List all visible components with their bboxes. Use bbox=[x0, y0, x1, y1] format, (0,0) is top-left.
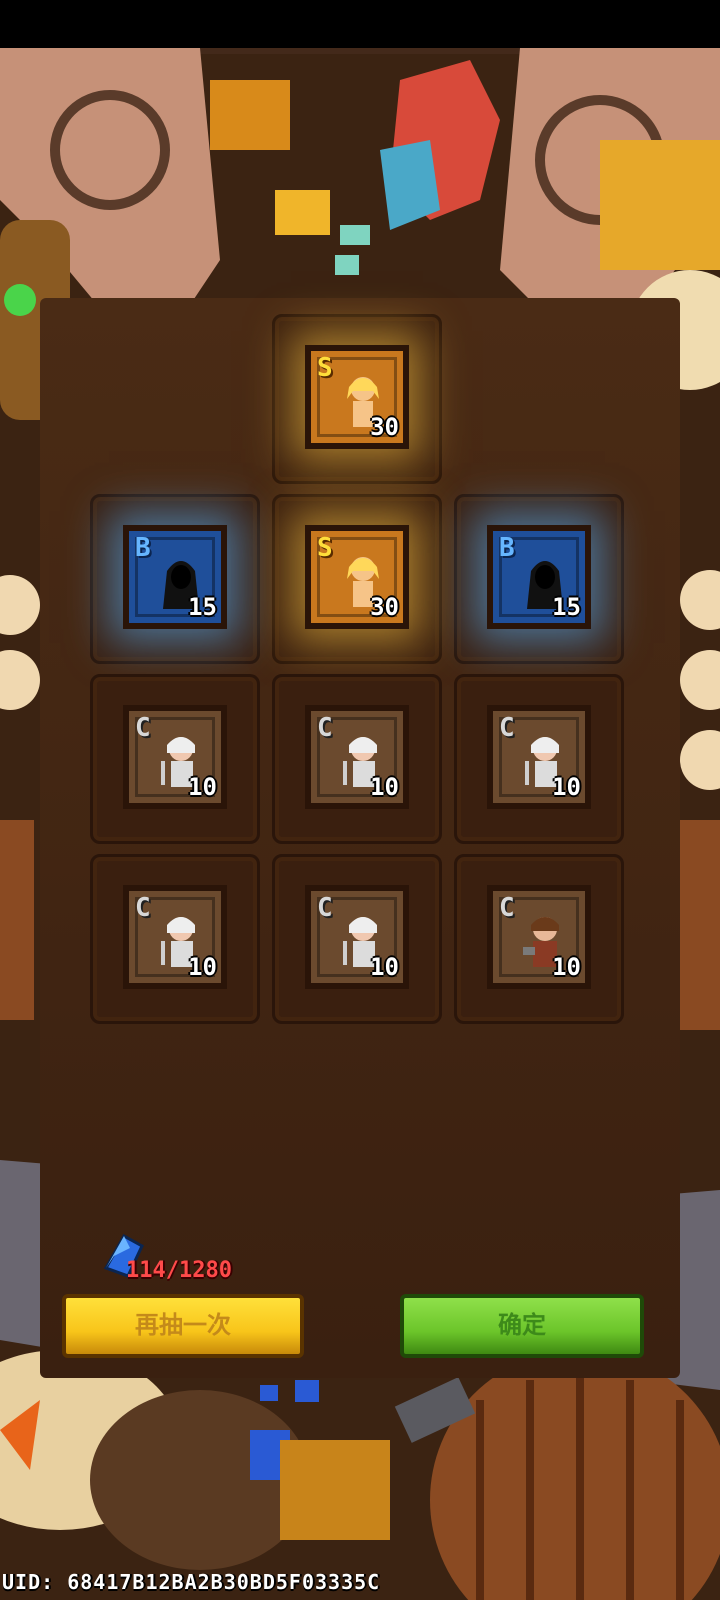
card-slot[interactable]: C 10 bbox=[90, 674, 260, 844]
shard-count: 10 bbox=[188, 773, 217, 801]
hero-card[interactable]: B 15 bbox=[487, 525, 591, 629]
shard-count: 10 bbox=[552, 773, 581, 801]
shard-count: 15 bbox=[188, 593, 217, 621]
hero-card[interactable]: S 30 bbox=[305, 345, 409, 449]
hero-card[interactable]: C 10 bbox=[123, 705, 227, 809]
grade-badge: C bbox=[317, 893, 333, 923]
card-slot[interactable]: B 15 bbox=[90, 494, 260, 664]
player-uid: UID: 68417B12BA2B30BD5F03335C bbox=[2, 1570, 381, 1594]
hero-card[interactable]: C 10 bbox=[487, 705, 591, 809]
card-slot[interactable]: C 10 bbox=[90, 854, 260, 1024]
card-slot[interactable]: S 30 bbox=[272, 314, 442, 484]
grade-badge: C bbox=[135, 713, 151, 743]
shard-count: 15 bbox=[552, 593, 581, 621]
grade-badge: C bbox=[499, 713, 515, 743]
hero-card[interactable]: B 15 bbox=[123, 525, 227, 629]
status-bar bbox=[0, 0, 720, 48]
shard-count: 10 bbox=[552, 953, 581, 981]
hero-card[interactable]: C 10 bbox=[487, 885, 591, 989]
draw-again-button[interactable]: 再抽一次 bbox=[62, 1294, 304, 1358]
hero-card[interactable]: C 10 bbox=[123, 885, 227, 989]
grade-badge: S bbox=[317, 533, 333, 563]
crystal-amount: 114/1280 bbox=[126, 1258, 232, 1283]
card-slot[interactable]: C 10 bbox=[454, 674, 624, 844]
hero-card[interactable]: C 10 bbox=[305, 705, 409, 809]
card-slot[interactable]: S 30 bbox=[272, 494, 442, 664]
card-slot[interactable]: B 15 bbox=[454, 494, 624, 664]
grade-badge: C bbox=[135, 893, 151, 923]
shard-count: 30 bbox=[370, 593, 399, 621]
grade-badge: B bbox=[135, 533, 151, 563]
crystal-counter: 114/1280 bbox=[100, 1234, 300, 1284]
card-slot[interactable]: C 10 bbox=[272, 674, 442, 844]
card-slot[interactable]: C 10 bbox=[272, 854, 442, 1024]
shard-count: 10 bbox=[370, 953, 399, 981]
hero-card[interactable]: S 30 bbox=[305, 525, 409, 629]
card-slot[interactable]: C 10 bbox=[454, 854, 624, 1024]
shard-count: 10 bbox=[188, 953, 217, 981]
hero-card[interactable]: C 10 bbox=[305, 885, 409, 989]
grade-badge: C bbox=[317, 713, 333, 743]
grade-badge: S bbox=[317, 353, 333, 383]
shard-count: 30 bbox=[370, 413, 399, 441]
confirm-button[interactable]: 确定 bbox=[400, 1294, 644, 1358]
grade-badge: C bbox=[499, 893, 515, 923]
shard-count: 10 bbox=[370, 773, 399, 801]
grade-badge: B bbox=[499, 533, 515, 563]
